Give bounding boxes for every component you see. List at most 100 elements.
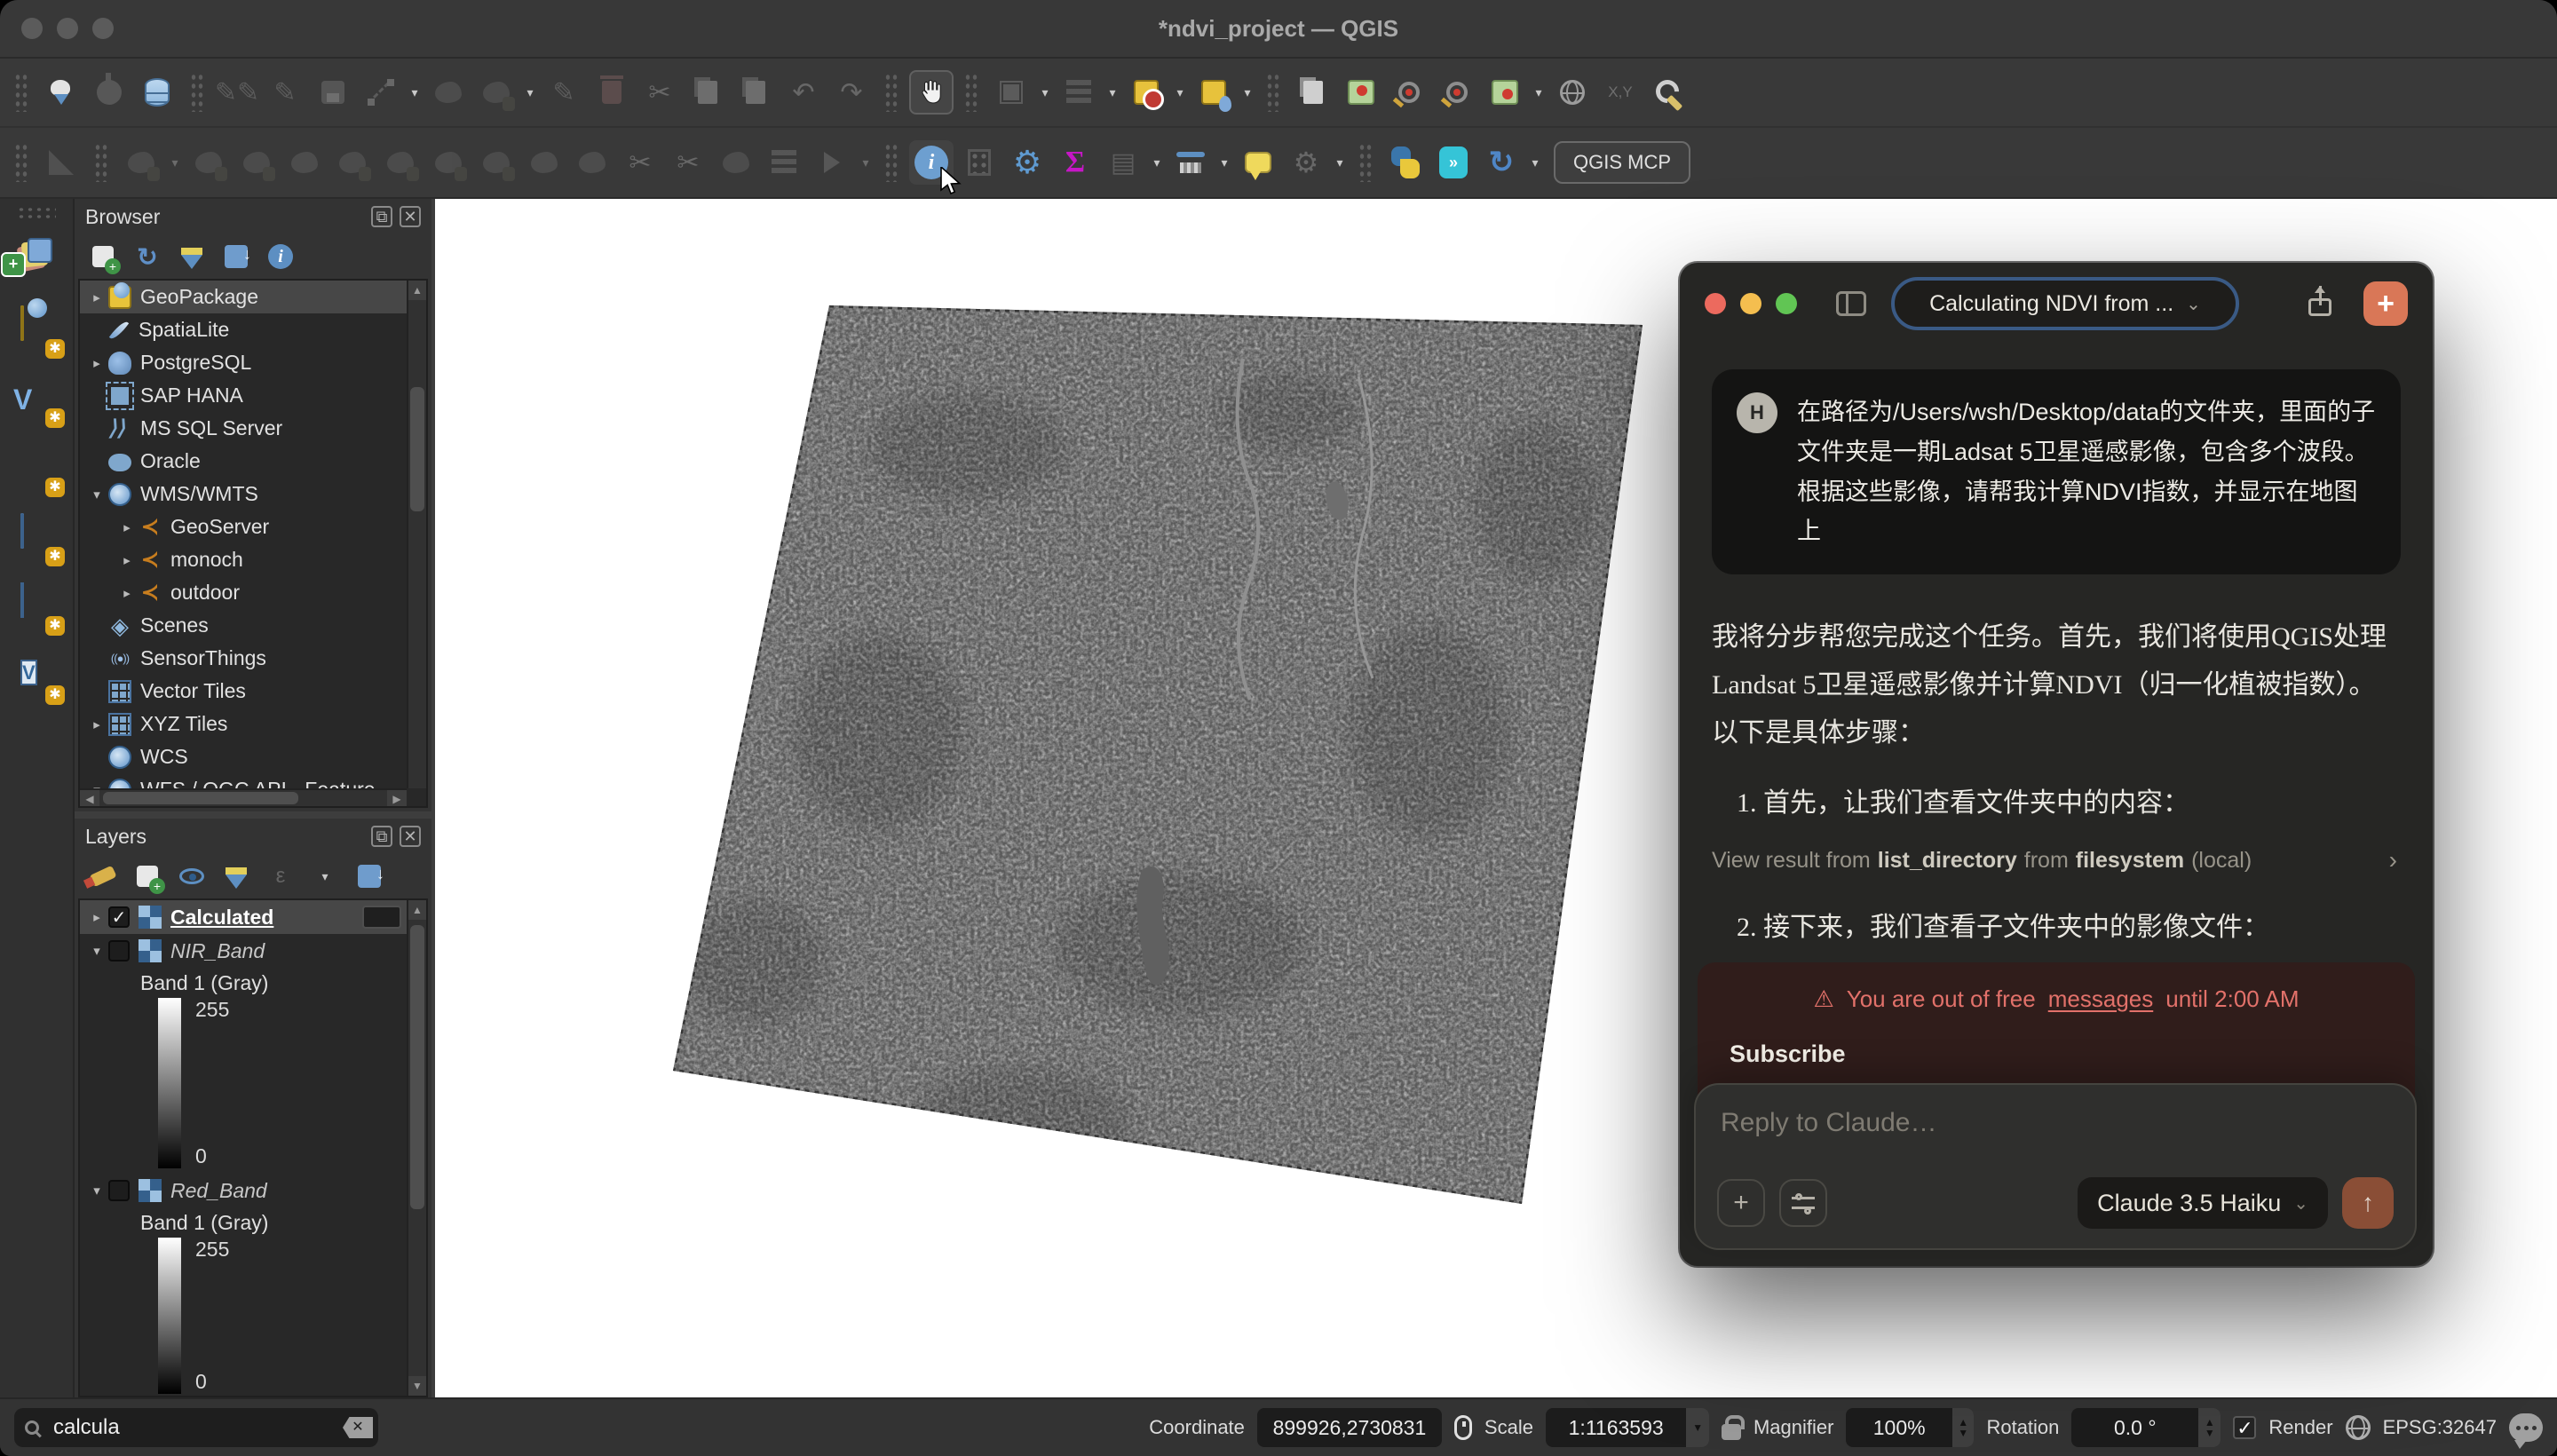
run-feature-action-button[interactable]: ⚙ bbox=[1284, 140, 1328, 185]
select-by-location-button[interactable] bbox=[1191, 70, 1236, 115]
open-layer-styling-button[interactable] bbox=[89, 862, 117, 890]
attribute-table-button[interactable]: ▤ bbox=[1101, 140, 1145, 185]
measure-button[interactable] bbox=[1168, 140, 1213, 185]
rotation-stepper[interactable]: ▲▼ bbox=[2198, 1408, 2221, 1447]
expander-icon[interactable]: ▾ bbox=[85, 487, 108, 502]
qgis-mcp-button[interactable]: QGIS MCP bbox=[1554, 141, 1690, 184]
browser-item-monoch[interactable]: ▸≺monoch bbox=[80, 543, 426, 576]
plugin-console-button[interactable]: » bbox=[1431, 140, 1476, 185]
browser-item-oracle[interactable]: Oracle bbox=[80, 445, 426, 478]
expander-icon[interactable]: ▸ bbox=[115, 519, 139, 535]
reply-composer[interactable]: Reply to Claude… + Claude 3.5 Haiku ⌄ ↑ bbox=[1694, 1083, 2417, 1250]
browser-item-spatialite[interactable]: SpatiaLite bbox=[80, 313, 426, 346]
zoom-to-points-button[interactable] bbox=[1435, 70, 1479, 115]
layer-checkbox-checked[interactable]: ✓ bbox=[108, 906, 130, 928]
send-button[interactable]: ↑ bbox=[2342, 1177, 2394, 1229]
refresh-browser-button[interactable]: ↻ bbox=[133, 242, 162, 271]
select-features-button[interactable] bbox=[989, 70, 1033, 115]
browser-horizontal-scrollbar[interactable]: ◀ ▶ bbox=[80, 788, 407, 806]
split-features-button[interactable]: ✂ bbox=[618, 140, 662, 185]
toggle-editing-button[interactable]: ✎ bbox=[263, 70, 307, 115]
rotation-field[interactable]: ▲▼ bbox=[2071, 1408, 2221, 1447]
digitize-line-button[interactable] bbox=[359, 70, 403, 115]
panel-splitter[interactable] bbox=[75, 811, 431, 819]
scale-field[interactable]: ▼ bbox=[1546, 1408, 1709, 1447]
statistics-panel-button[interactable]: Σ bbox=[1053, 140, 1097, 185]
cad-tools-button[interactable] bbox=[39, 140, 83, 185]
toolbar-drag-handle[interactable] bbox=[1266, 73, 1280, 112]
show-bookmarks-button[interactable] bbox=[1339, 70, 1383, 115]
clear-search-icon[interactable]: ✕ bbox=[343, 1417, 373, 1438]
browser-item-mssql[interactable]: ⟩⟩MS SQL Server bbox=[80, 412, 426, 445]
cut-features-button[interactable]: ✂ bbox=[637, 70, 682, 115]
layers-vertical-scrollbar[interactable]: ▲ ▼ bbox=[407, 900, 426, 1396]
toolbar-drag-handle[interactable] bbox=[190, 73, 204, 112]
toolbar-drag-handle[interactable] bbox=[14, 143, 28, 182]
add-ring-button[interactable] bbox=[282, 140, 327, 185]
model-selector[interactable]: Claude 3.5 Haiku ⌄ bbox=[2078, 1177, 2328, 1229]
new-mesh-layer-button[interactable] bbox=[13, 515, 59, 561]
conversation-title-dropdown[interactable]: Calculating NDVI from ... ⌄ bbox=[1891, 277, 2239, 330]
action-dropdown[interactable]: ▾ bbox=[1332, 140, 1348, 185]
delete-part-button[interactable] bbox=[474, 140, 519, 185]
float-panel-icon[interactable]: ⧉ bbox=[371, 206, 392, 227]
browser-item-vector-tiles[interactable]: Vector Tiles bbox=[80, 675, 426, 708]
current-edits-button[interactable]: ✎✎ bbox=[215, 70, 259, 115]
messages-log-icon[interactable] bbox=[2509, 1413, 2543, 1442]
mouse-extents-icon[interactable] bbox=[1454, 1415, 1472, 1440]
multiedit-button[interactable]: ✎ bbox=[542, 70, 586, 115]
select-location-dropdown[interactable]: ▾ bbox=[1239, 70, 1255, 115]
magnifier-input[interactable] bbox=[1846, 1414, 1951, 1442]
crs-value[interactable]: EPSG:32647 bbox=[2383, 1416, 2497, 1439]
merge-features-button[interactable] bbox=[714, 140, 758, 185]
coordinate-field[interactable] bbox=[1257, 1408, 1442, 1447]
select-dropdown[interactable]: ▾ bbox=[1037, 70, 1053, 115]
toolbar-drag-handle[interactable] bbox=[884, 143, 899, 182]
browser-item-outdoor[interactable]: ▸≺outdoor bbox=[80, 576, 426, 609]
coordinate-capture-button[interactable]: X,Y bbox=[1598, 70, 1643, 115]
reshape-features-button[interactable] bbox=[522, 140, 566, 185]
attribute-table-dropdown[interactable]: ▾ bbox=[1149, 140, 1165, 185]
digitize-dropdown[interactable]: ▾ bbox=[407, 70, 423, 115]
minimize-window-button[interactable] bbox=[1740, 293, 1761, 314]
composer-placeholder[interactable]: Reply to Claude… bbox=[1721, 1108, 2390, 1138]
crs-globe-icon[interactable] bbox=[2346, 1415, 2371, 1440]
new-raster-layer-button[interactable] bbox=[13, 584, 59, 630]
browser-item-geoserver[interactable]: ▸≺GeoServer bbox=[80, 510, 426, 543]
scale-dropdown-icon[interactable]: ▼ bbox=[1686, 1408, 1709, 1447]
toolbar-drag-handle[interactable] bbox=[1358, 143, 1373, 182]
add-group-button[interactable] bbox=[133, 862, 162, 890]
pan-map-button[interactable] bbox=[909, 70, 954, 115]
copy-features-button[interactable] bbox=[685, 70, 730, 115]
expander-icon[interactable]: ▸ bbox=[85, 909, 108, 925]
attach-button[interactable]: + bbox=[1717, 1179, 1765, 1227]
lock-scale-icon[interactable] bbox=[1722, 1424, 1741, 1440]
zoom-to-selection-button[interactable] bbox=[1387, 70, 1431, 115]
expression-filter-dropdown[interactable]: ▾ bbox=[311, 862, 339, 890]
scroll-up-icon[interactable]: ▲ bbox=[408, 281, 426, 300]
browser-item-sap-hana[interactable]: SAP HANA bbox=[80, 379, 426, 412]
expander-icon[interactable]: ▸ bbox=[85, 289, 108, 305]
magnifier-stepper[interactable]: ▲▼ bbox=[1952, 1408, 1975, 1447]
locator-search[interactable]: ✕ bbox=[14, 1408, 378, 1447]
metasearch-button[interactable] bbox=[1550, 70, 1595, 115]
expander-icon[interactable]: ▸ bbox=[85, 716, 108, 732]
paste-features-button[interactable] bbox=[733, 70, 778, 115]
coordinate-input[interactable] bbox=[1257, 1414, 1442, 1442]
deselect-all-button[interactable] bbox=[1124, 70, 1168, 115]
scale-input[interactable] bbox=[1546, 1414, 1686, 1442]
search-input[interactable] bbox=[50, 1413, 332, 1442]
scroll-left-icon[interactable]: ◀ bbox=[80, 790, 99, 808]
add-part-button[interactable] bbox=[330, 140, 375, 185]
toolbar-drag-handle[interactable] bbox=[94, 143, 108, 182]
map-tips-button[interactable] bbox=[1236, 140, 1280, 185]
browser-vertical-scrollbar[interactable]: ▲ bbox=[407, 281, 426, 788]
close-panel-icon[interactable]: ✕ bbox=[400, 826, 421, 847]
db-manager-button[interactable] bbox=[135, 70, 179, 115]
properties-widget-button[interactable]: i bbox=[266, 242, 295, 271]
geocoder-dropdown[interactable]: ▾ bbox=[1527, 140, 1543, 185]
browser-item-wcs[interactable]: WCS bbox=[80, 740, 426, 773]
toolbar-drag-handle[interactable] bbox=[17, 206, 56, 220]
simplify-feature-button[interactable] bbox=[234, 140, 279, 185]
toolbar-drag-handle[interactable] bbox=[14, 73, 28, 112]
